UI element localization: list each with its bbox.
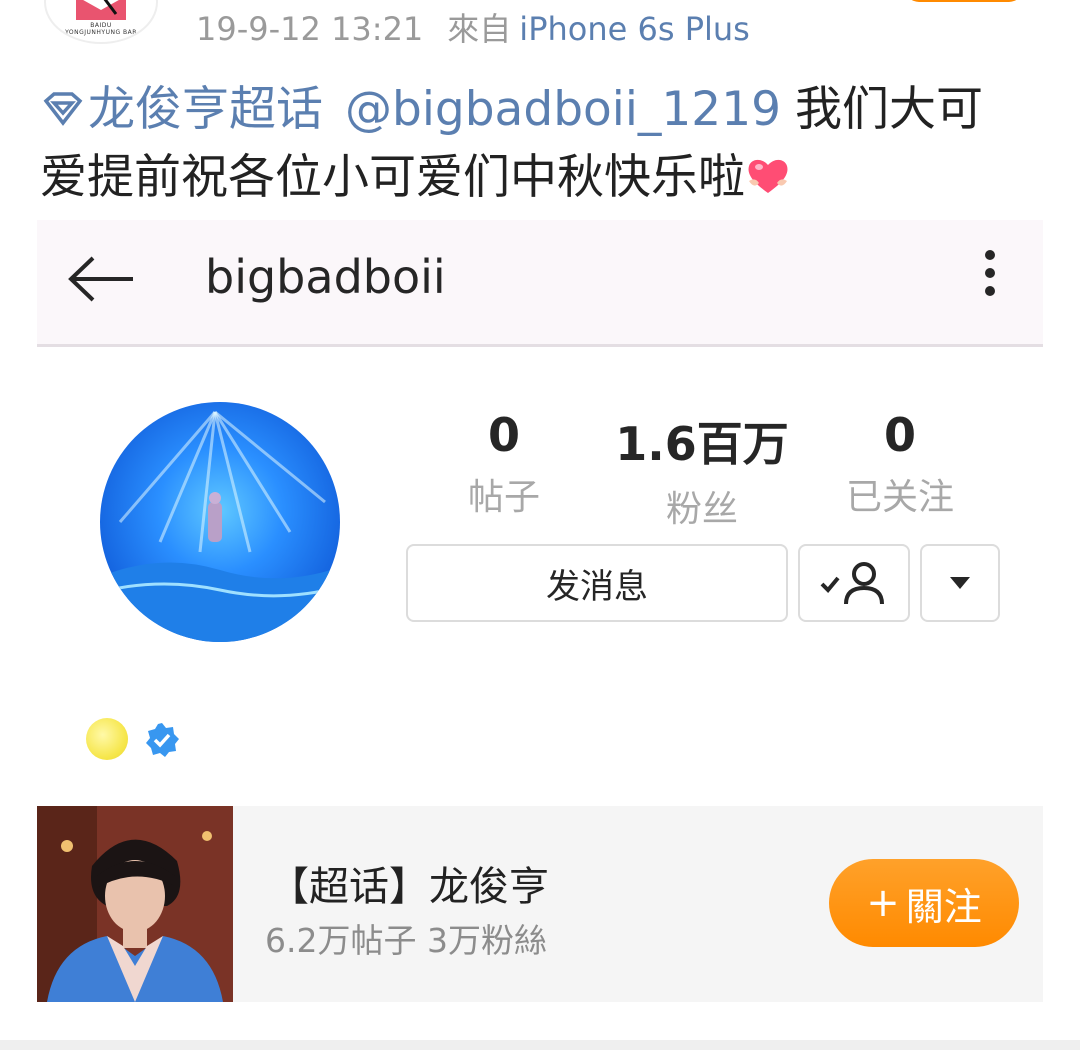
device-link[interactable]: iPhone 6s Plus [519, 10, 750, 48]
profile-username: bigbadboii [205, 250, 446, 304]
portrait-photo-icon [37, 806, 233, 1002]
brand-logo-icon [76, 0, 126, 20]
plus-icon: + [866, 880, 900, 926]
supertopic-link[interactable]: 龙俊亨超话 [40, 82, 323, 137]
back-arrow-icon[interactable] [67, 254, 137, 304]
person-check-icon [820, 562, 884, 605]
post-timestamp: 19-9-12 13:21 [196, 10, 424, 48]
post-body: 龙俊亨超话 @bigbadboii_1219 我们大可 爱提前祝各位小可爱们中秋快乐… [40, 76, 1040, 212]
supertopic-stats: 6.2万帖子 3万粉絲 [265, 921, 547, 960]
supertopic-title: 【超话】龙俊亨 [269, 864, 549, 910]
following-button[interactable] [798, 544, 910, 622]
stat-posts[interactable]: 0 帖子 [404, 408, 604, 520]
stat-value: 1.6百万 [615, 417, 789, 471]
stat-followers[interactable]: 1.6百万 粉丝 [602, 408, 802, 532]
supertopic-label: 龙俊亨超话 [88, 82, 323, 137]
author-avatar[interactable]: BAIDU YONGJUNHYUNG BAR [44, 0, 158, 44]
supertopic-thumbnail [37, 806, 233, 1002]
message-button[interactable]: 发消息 [406, 544, 788, 622]
diamond-icon [43, 92, 83, 126]
follow-supertopic-button[interactable]: + 關注 [829, 859, 1019, 947]
profile-header-bar: bigbadboii [37, 220, 1043, 347]
post-meta: 19-9-12 13:21 來自 iPhone 6s Plus [196, 4, 750, 50]
stat-value: 0 [487, 408, 520, 462]
divider [0, 1040, 1080, 1050]
stat-label: 帖子 [467, 477, 540, 518]
dropdown-triangle-icon [950, 577, 970, 589]
logo-wordmark: BAIDU YONGJUNHYUNG BAR [65, 22, 137, 36]
verified-badge-icon [146, 723, 179, 757]
supertopic-card[interactable]: 【超话】龙俊亨 6.2万帖子 3万粉絲 + 關注 [37, 806, 1043, 1002]
source-label: 來自 [447, 10, 512, 48]
stat-label: 粉丝 [665, 489, 738, 530]
follow-label: 關注 [905, 884, 982, 929]
mention-link[interactable]: @bigbadboii_1219 [345, 82, 781, 137]
stat-following[interactable]: 0 已关注 [800, 408, 1000, 520]
heart-emoji-icon [748, 159, 788, 193]
stage-photo-icon [100, 410, 340, 642]
kebab-menu-icon[interactable] [983, 250, 997, 298]
post-text-line1: 我们大可 [795, 82, 984, 137]
circle-emoji-icon [86, 718, 128, 760]
dropdown-button[interactable] [920, 544, 1000, 622]
follow-button-partial[interactable] [905, 0, 1023, 2]
profile-picture[interactable] [100, 402, 340, 642]
stat-value: 0 [883, 408, 916, 462]
stat-label: 已关注 [845, 477, 954, 518]
post-text-line2: 爱提前祝各位小可爱们中秋快乐啦 [40, 150, 745, 205]
